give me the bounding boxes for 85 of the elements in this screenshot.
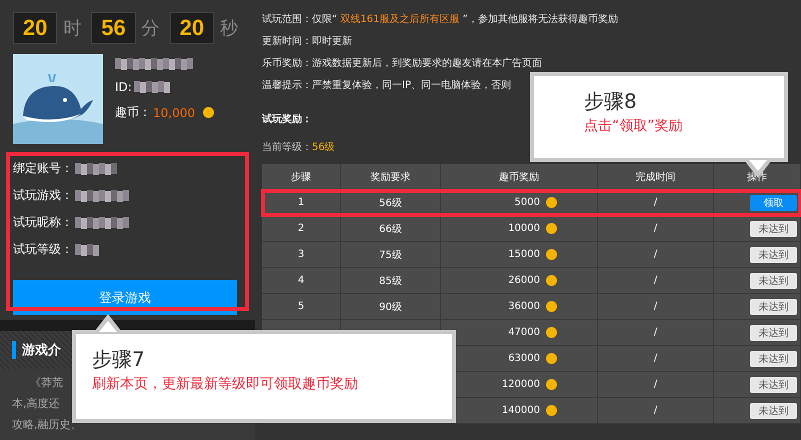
unreached-button[interactable]: 未达到 (750, 272, 797, 288)
callout-title: 步骤7 (92, 346, 145, 373)
time-unit: 分 (142, 17, 160, 40)
blurred-value (75, 216, 129, 228)
table-cell: 56级 (341, 190, 441, 216)
callout-text: 点击“领取”奖励 (584, 117, 683, 135)
unreached-button[interactable]: 未达到 (750, 220, 797, 236)
unreached-button[interactable]: 未达到 (750, 350, 797, 366)
column-header: 趣币奖励 (441, 164, 598, 190)
time-unit: 时 (63, 17, 82, 40)
unreached-button[interactable]: 未达到 (750, 298, 797, 314)
table-cell: 66级 (341, 216, 441, 242)
table-cell: 4 (262, 268, 341, 294)
table-cell: 5 (262, 294, 341, 320)
table-cell: 140000 (502, 405, 540, 416)
countdown-digits: 20 (170, 12, 214, 44)
level-label: 当前等级： (262, 140, 312, 154)
table-cell: 120000 (502, 379, 540, 390)
unreached-button[interactable]: 未达到 (750, 402, 797, 418)
coin-icon (546, 405, 557, 416)
time-unit: 秒 (220, 17, 238, 40)
section-marker (12, 341, 16, 359)
info-line: 更新时间：即时更新 (262, 34, 352, 49)
table-cell: / (598, 294, 714, 320)
coin-icon (546, 249, 557, 260)
coin-icon (546, 223, 557, 234)
claim-button[interactable]: 领取 (750, 194, 797, 210)
coins-value: 10,000 (153, 106, 195, 120)
table-cell: / (598, 398, 714, 424)
table-cell: 47000 (508, 327, 540, 338)
column-header: 步骤 (262, 164, 341, 190)
field-label: 试玩昵称： (13, 214, 73, 231)
coin-icon (546, 353, 557, 364)
table-cell: 3 (262, 242, 341, 268)
table-cell: 5000 (514, 197, 540, 208)
coin-icon (546, 275, 557, 286)
rewards-title: 试玩奖励： (262, 112, 312, 126)
coin-icon (546, 197, 557, 208)
callout-title: 步骤8 (584, 88, 637, 115)
table-cell: 1 (262, 190, 341, 216)
callout-text: 刷新本页，更新最新等级即可领取趣币奖励 (92, 375, 358, 393)
table-cell: / (598, 216, 714, 242)
id-label: ID: (115, 80, 132, 94)
intro-text: 攻略,融历史、 (12, 417, 82, 432)
intro-text: 本,高度还 (12, 396, 60, 411)
coin-icon (203, 107, 214, 118)
table-cell: 36000 (508, 301, 540, 312)
table-cell: / (598, 346, 714, 372)
unreached-button[interactable]: 未达到 (750, 246, 797, 262)
info-line: 温馨提示：严禁重复体验，同一IP、同一电脑体验，否则 (262, 78, 511, 93)
blurred-value (75, 244, 99, 256)
table-cell: 63000 (508, 353, 540, 364)
intro-text: 《莽荒 (30, 375, 63, 390)
field-label: 试玩等级： (13, 241, 73, 258)
column-header: 奖励要求 (341, 164, 441, 190)
level-value: 56级 (312, 141, 335, 154)
coin-icon (546, 301, 557, 312)
table-cell: 85级 (341, 268, 441, 294)
table-cell: 15000 (508, 249, 540, 260)
table-cell: 75级 (341, 242, 441, 268)
coin-icon (546, 379, 557, 390)
table-cell: / (598, 242, 714, 268)
table-cell: 26000 (508, 275, 540, 286)
table-cell: 2 (262, 216, 341, 242)
field-label: 绑定账号： (13, 160, 73, 177)
field-label: 试玩游戏： (13, 187, 73, 204)
coins-label: 趣币： (115, 104, 151, 121)
section-title: 游戏介 (22, 342, 61, 359)
info-line: 试玩范围：仅限“ 双线161服及之后所有区服 ”，参加其他服将无法获得趣币奖励 (262, 12, 618, 27)
table-cell: / (598, 268, 714, 294)
coin-icon (546, 327, 557, 338)
blurred-value (75, 190, 129, 202)
column-header: 完成时间 (598, 164, 714, 190)
info-line: 乐币奖励：游戏数据更新后，到奖励要求的趣友请在本广告页面 (262, 56, 542, 71)
table-cell: 90级 (341, 294, 441, 320)
unreached-button[interactable]: 未达到 (750, 324, 797, 340)
countdown-digits: 20 (13, 12, 58, 44)
table-cell: / (598, 190, 714, 216)
blurred-value (134, 81, 170, 93)
table-cell: / (598, 320, 714, 346)
table-cell: 10000 (508, 223, 540, 234)
unreached-button[interactable]: 未达到 (750, 376, 797, 392)
countdown-digits: 56 (91, 12, 136, 44)
blurred-value (75, 162, 117, 174)
table-cell: / (598, 372, 714, 398)
